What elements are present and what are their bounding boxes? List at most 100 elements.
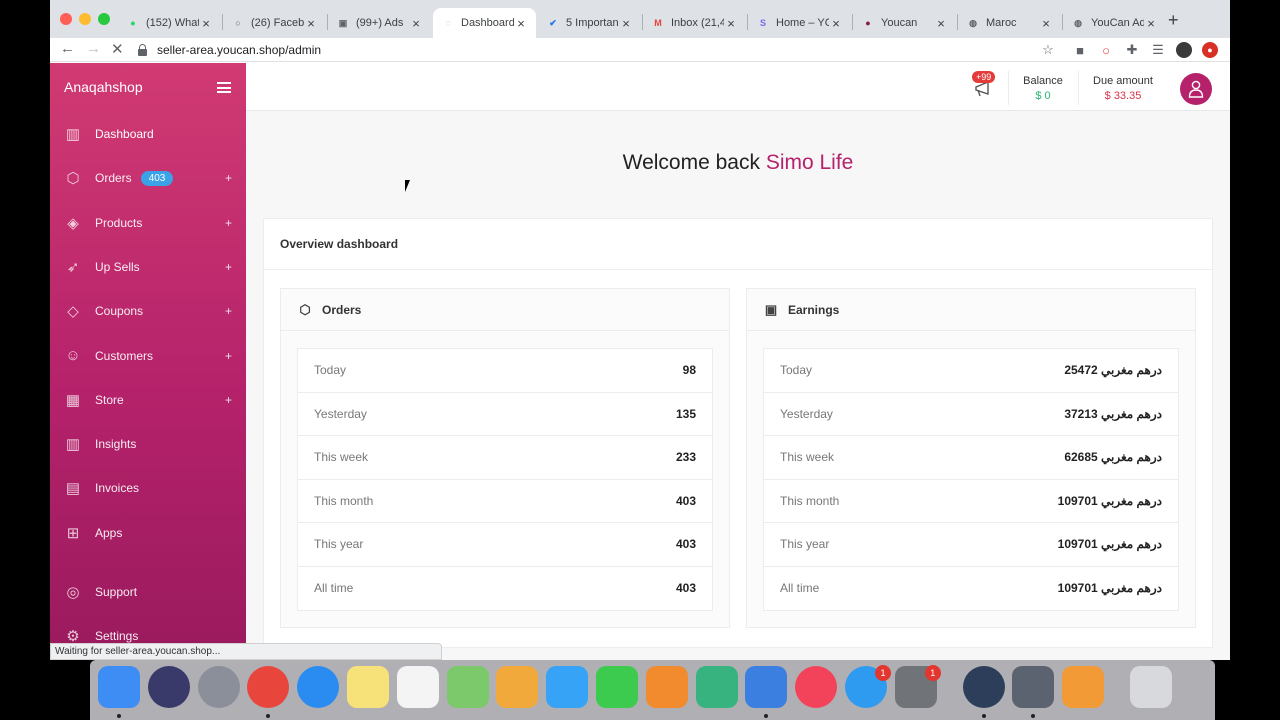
calculator-icon[interactable] <box>1062 666 1105 708</box>
sidebar-item-apps[interactable]: ⊞ Apps <box>50 511 246 555</box>
expand-plus-icon[interactable]: + <box>225 393 232 407</box>
reading-list-icon[interactable]: ☰ <box>1150 42 1166 58</box>
earnings-panel-title: Earnings <box>788 302 840 317</box>
profile-avatar-icon[interactable] <box>1176 42 1192 58</box>
expand-plus-icon[interactable]: + <box>225 260 232 274</box>
box-icon: ⬡ <box>299 301 311 317</box>
expand-plus-icon[interactable]: + <box>225 304 232 318</box>
orders-period-label: Yesterday <box>314 406 367 421</box>
sidebar-item-orders[interactable]: ⬡ Orders 403 + <box>50 156 246 200</box>
url-text: seller-area.youcan.shop/admin <box>157 43 322 57</box>
sidebar-item-products[interactable]: ◈ Products + <box>50 201 246 245</box>
browser-tab[interactable]: ◌ Dashboard × <box>433 8 536 38</box>
close-tab-icon[interactable]: × <box>829 16 843 31</box>
close-tab-icon[interactable]: × <box>514 16 528 31</box>
screen: ● (152) What × ○ (26) Faceb × ▣ (99+) Ads × ◌ Dash… <box>0 0 1280 720</box>
extension-icon[interactable]: ■ <box>1072 42 1088 58</box>
safari-icon[interactable] <box>297 666 340 708</box>
orders-panel: ⬡ Orders Today 98 Yesterday 135 This week 233… <box>280 288 730 628</box>
sidebar-item-label: Store <box>95 392 124 407</box>
earnings-row: All time 109701 درهم مغربي <box>764 567 1178 611</box>
browser-tab[interactable]: ◍ Maroc × <box>958 8 1061 38</box>
keynote-icon[interactable] <box>745 666 788 708</box>
sidebar-item-label: Settings <box>95 629 139 644</box>
browser-tab[interactable]: ◍ YouCan Ad × <box>1063 8 1166 38</box>
sidebar-item-support[interactable]: ◎ Support <box>50 570 246 614</box>
chrome-icon[interactable] <box>247 666 290 708</box>
new-tab-button[interactable]: + <box>1168 10 1179 31</box>
insights-icon: ▥ <box>65 436 81 454</box>
sidebar-item-customers[interactable]: ☺ Customers + <box>50 334 246 378</box>
reload-stop-button[interactable]: ✕ <box>111 40 124 58</box>
mouse-cursor <box>405 180 415 192</box>
facetime-icon[interactable] <box>596 666 638 708</box>
browser-tab[interactable]: ▣ (99+) Ads × <box>328 8 431 38</box>
sidebar-item-coupons[interactable]: ◇ Coupons + <box>50 289 246 333</box>
sidebar-item-label: Customers <box>95 348 154 363</box>
numbers-icon[interactable] <box>695 666 738 708</box>
utilities-icon[interactable] <box>1012 666 1055 708</box>
orders-row: Today 98 <box>298 349 712 393</box>
orders-value: 98 <box>682 363 696 378</box>
earnings-panel-header: ▣ Earnings <box>747 289 1195 331</box>
megaphone-icon[interactable] <box>974 81 996 97</box>
record-icon[interactable]: ○ <box>1098 42 1114 58</box>
close-tab-icon[interactable]: × <box>724 16 738 31</box>
sidebar: Anaqahshop ▥ Dashboard ⬡ Orders 403 + ◈ Product… <box>50 63 246 660</box>
browser-tab[interactable]: M Inbox (21,4 × <box>643 8 746 38</box>
sidebar-item-store[interactable]: ▦ Store + <box>50 378 246 422</box>
reminders-icon[interactable] <box>396 666 439 708</box>
menu-toggle-icon[interactable] <box>217 82 231 93</box>
notes-icon[interactable] <box>347 666 389 708</box>
earnings-value: 109701 درهم مغربي <box>1057 581 1162 596</box>
youcan-icon: ● <box>865 18 871 28</box>
expand-plus-icon[interactable]: + <box>225 171 232 185</box>
launchpad-icon[interactable] <box>197 666 240 708</box>
close-tab-icon[interactable]: × <box>619 16 633 31</box>
siri-icon[interactable] <box>147 666 190 708</box>
tab-title: (99+) Ads <box>356 17 404 29</box>
browser-tab[interactable]: ● (152) What × <box>118 8 221 38</box>
user-avatar[interactable] <box>1180 73 1212 105</box>
browser-tab[interactable]: ○ (26) Faceb × <box>223 8 326 38</box>
user-icon: ☺ <box>65 347 81 364</box>
expand-plus-icon[interactable]: + <box>225 349 232 363</box>
earnings-row: Yesterday 37213 درهم مغربي <box>764 393 1178 436</box>
close-tab-icon[interactable]: × <box>304 16 318 31</box>
close-window-button[interactable] <box>60 13 72 25</box>
sidebar-item-invoices[interactable]: ▤ Invoices <box>50 466 246 510</box>
forward-button[interactable]: → <box>86 40 101 57</box>
tag-icon: ◈ <box>67 214 79 232</box>
browser-tab[interactable]: S Home – YC × <box>748 8 851 38</box>
sidebar-item-label: Products <box>95 215 143 230</box>
quicktime-icon[interactable] <box>962 666 1005 708</box>
bookmark-star-icon[interactable]: ☆ <box>1040 42 1056 58</box>
sidebar-item-dashboard[interactable]: ▥ Dashboard <box>50 112 246 156</box>
close-tab-icon[interactable]: × <box>1039 16 1053 31</box>
close-tab-icon[interactable]: × <box>409 16 423 31</box>
back-button[interactable]: ← <box>60 40 75 57</box>
browser-tab[interactable]: ● Youcan × <box>853 8 956 38</box>
browser-tab[interactable]: ✔ 5 Importan × <box>538 8 641 38</box>
finder-icon[interactable] <box>98 666 140 708</box>
photos-icon[interactable] <box>496 666 539 708</box>
sidebar-item-up-sells[interactable]: ➶ Up Sells + <box>50 245 246 289</box>
music-icon[interactable] <box>795 666 838 708</box>
puzzle-extensions-icon[interactable]: ✚ <box>1124 42 1140 58</box>
pages-icon[interactable] <box>645 666 688 708</box>
close-tab-icon[interactable]: × <box>1144 16 1158 31</box>
maps-icon[interactable] <box>446 666 489 708</box>
menu-alert-icon[interactable]: ● <box>1202 42 1218 58</box>
zoom-window-button[interactable] <box>98 13 110 25</box>
minimize-window-button[interactable] <box>79 13 91 25</box>
trash-icon[interactable] <box>1130 666 1172 708</box>
close-tab-icon[interactable]: × <box>199 16 213 31</box>
sidebar-item-insights[interactable]: ▥ Insights <box>50 422 246 466</box>
loading-icon: ◌ <box>445 18 451 28</box>
address-bar[interactable]: seller-area.youcan.shop/admin <box>138 40 1098 60</box>
close-tab-icon[interactable]: × <box>934 16 948 31</box>
expand-plus-icon[interactable]: + <box>225 216 232 230</box>
earnings-period-label: This week <box>780 450 835 465</box>
messages-icon[interactable] <box>546 666 589 708</box>
welcome-prefix: Welcome back <box>622 151 760 174</box>
